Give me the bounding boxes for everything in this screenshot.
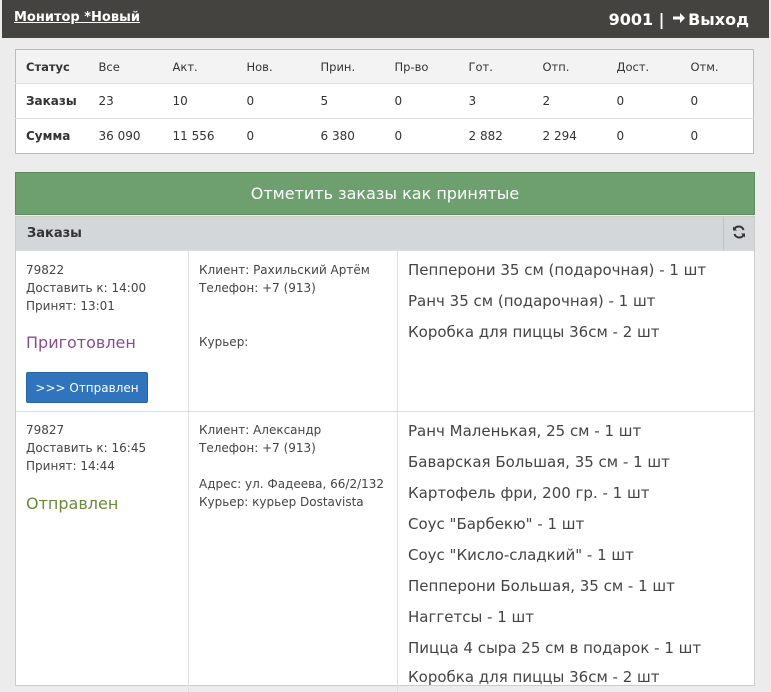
stats-cell: 0 — [690, 94, 699, 108]
order-id: 79822 — [26, 263, 65, 277]
separator: | — [658, 10, 665, 29]
client-name: Клиент: Александр — [199, 423, 322, 437]
stats-header-cell: Статус — [26, 59, 70, 74]
stats-cell: 3 — [468, 94, 477, 108]
order-deliver-time: Доставить к: 14:00 — [26, 281, 147, 295]
refresh-button[interactable] — [723, 217, 754, 250]
order-item: Ранч 35 см (подарочная) - 1 шт — [408, 292, 656, 310]
courier: Курьер: — [199, 335, 249, 349]
order-row: 79827 Доставить к: 16:45 Принят: 14:44 О… — [16, 411, 754, 692]
stats-header-cell: Все — [98, 59, 120, 74]
stats-cell: 6 380 — [320, 129, 355, 143]
stats-row-sum: Сумма 36 090 11 556 0 6 380 0 2 882 2 29… — [15, 118, 754, 154]
order-status: Приготовлен — [26, 333, 136, 352]
order-item: Соус "Кисло-сладкий" - 1 шт — [408, 546, 634, 564]
courier: Курьер: курьер Dostavista — [199, 495, 364, 509]
stats-row-orders: Заказы 23 10 0 5 0 3 2 0 0 — [15, 83, 754, 119]
order-item: Пепперони Большая, 35 см - 1 шт — [408, 577, 675, 595]
top-navbar: Монитор *Новый 9001 | Выход — [2, 0, 769, 38]
order-item: Пепперони 35 см (подарочная) - 1 шт — [408, 261, 707, 279]
order-item: Картофель фри, 200 гр. - 1 шт — [408, 484, 650, 502]
stats-cell: 2 — [542, 94, 551, 108]
orders-panel-title: Заказы — [27, 226, 82, 241]
stats-header-cell: Отм. — [690, 59, 719, 74]
order-info-cell: 79827 Доставить к: 16:45 Принят: 14:44 О… — [16, 412, 189, 692]
order-item: Баварская Большая, 35 см - 1 шт — [408, 453, 670, 471]
stats-cell: 11 556 — [172, 129, 215, 143]
order-item: Коробка для пиццы 36см - 2 шт — [408, 668, 660, 686]
client-name: Клиент: Рахильский Артём — [199, 263, 370, 277]
order-deliver-time: Доставить к: 16:45 — [26, 441, 147, 455]
stats-header-cell: Отп. — [542, 59, 570, 74]
stats-cell: 0 — [690, 129, 699, 143]
status-stats-table: Статус Все Акт. Нов. Прин. Пр-во Гот. От… — [15, 49, 754, 154]
order-id: 79827 — [26, 423, 65, 437]
order-item: Коробка для пиццы 36см - 2 шт — [408, 323, 660, 341]
order-row: 79822 Доставить к: 14:00 Принят: 13:01 П… — [16, 250, 754, 412]
order-accepted-time: Принят: 13:01 — [26, 299, 115, 313]
stats-header-cell: Прин. — [320, 59, 356, 74]
orders-panel: Заказы 79822 Доставить к: 14:00 Принят: … — [15, 216, 755, 692]
stats-header-cell: Нов. — [246, 59, 273, 74]
user-id: 9001 — [608, 10, 654, 29]
stats-cell: 10 — [172, 94, 188, 108]
arrow-right-icon — [672, 10, 686, 29]
stats-cell: 0 — [616, 129, 625, 143]
refresh-icon — [732, 224, 746, 243]
order-items-cell: Пепперони 35 см (подарочная) - 1 шт Ранч… — [398, 251, 754, 412]
client-address: Адрес: ул. Фадеева, 66/2/132 — [199, 477, 385, 491]
stats-cell: 2 294 — [542, 129, 577, 143]
client-phone: Телефон: +7 (913) — [199, 281, 316, 295]
order-status: Отправлен — [26, 494, 119, 513]
stats-cell: 0 — [394, 94, 403, 108]
stats-header-cell: Гот. — [468, 59, 493, 74]
order-item: Ранч Маленькая, 25 см - 1 шт — [408, 422, 642, 440]
order-item: Соус "Барбекю" - 1 шт — [408, 515, 585, 533]
stats-row-label: Заказы — [26, 94, 77, 108]
stats-cell: 0 — [394, 129, 403, 143]
stats-cell: 36 090 — [98, 129, 141, 143]
stats-cell: 0 — [246, 94, 255, 108]
order-item: Наггетсы - 1 шт — [408, 608, 535, 626]
stats-cell: 5 — [320, 94, 329, 108]
logout-label: Выход — [688, 10, 749, 29]
stats-cell: 0 — [246, 129, 255, 143]
order-item: Пицца 4 сыра 25 см в подарок - 1 шт — [408, 639, 702, 657]
stats-header-cell: Пр-во — [394, 59, 429, 74]
orders-panel-header: Заказы — [16, 217, 754, 251]
client-phone: Телефон: +7 (913) — [199, 441, 316, 455]
stats-cell: 2 882 — [468, 129, 503, 143]
monitor-title-link[interactable]: Монитор *Новый — [14, 10, 140, 25]
order-info-cell: 79822 Доставить к: 14:00 Принят: 13:01 П… — [16, 251, 189, 412]
stats-header-cell: Акт. — [172, 59, 198, 74]
stats-cell: 0 — [616, 94, 625, 108]
mark-sent-button[interactable]: >>> Отправлен — [26, 372, 148, 403]
order-client-cell: Клиент: Александр Телефон: +7 (913) Адре… — [189, 412, 398, 692]
stats-header-row: Статус Все Акт. Нов. Прин. Пр-во Гот. От… — [15, 49, 754, 84]
logout-link[interactable]: Выход — [670, 10, 749, 29]
stats-cell: 23 — [98, 94, 114, 108]
user-area: 9001 | Выход — [609, 10, 749, 29]
order-accepted-time: Принят: 14:44 — [26, 459, 115, 473]
order-client-cell: Клиент: Рахильский Артём Телефон: +7 (91… — [189, 251, 398, 412]
mark-orders-accepted-button[interactable]: Отметить заказы как принятые — [15, 172, 755, 215]
order-items-cell: Ранч Маленькая, 25 см - 1 шт Баварская Б… — [398, 412, 754, 692]
stats-row-label: Сумма — [26, 129, 71, 143]
stats-header-cell: Дост. — [616, 59, 650, 74]
